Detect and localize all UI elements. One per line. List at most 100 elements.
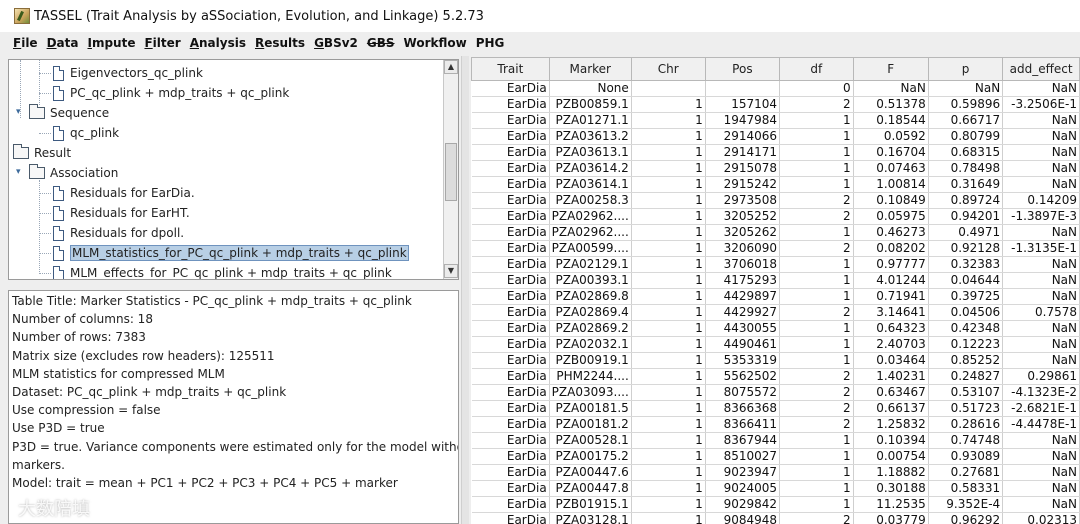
table-cell[interactable]: 0.02313: [1002, 512, 1080, 524]
table-cell[interactable]: PZA02869.8: [549, 288, 632, 305]
tree-node[interactable]: PC_qc_plink + mdp_traits + qc_plink: [53, 83, 289, 103]
table-cell[interactable]: 2: [779, 512, 854, 524]
table-cell[interactable]: 1: [779, 160, 854, 177]
table-row[interactable]: EarDia PZA03128.1 1 9084948 2 0.03779 0.96292 0…: [471, 512, 1080, 524]
table-cell[interactable]: 0.10849: [853, 192, 929, 209]
table-row[interactable]: EarDia PZA00181.5 1 8366368 2 0.66137 0.51723-…: [471, 400, 1080, 417]
table-cell[interactable]: 1: [779, 432, 854, 449]
table-cell[interactable]: 1: [779, 336, 854, 353]
split-pane-divider[interactable]: [461, 56, 469, 524]
table-cell[interactable]: 1: [631, 112, 706, 129]
table-cell[interactable]: 9029842: [705, 496, 781, 513]
table-cell[interactable]: EarDia: [471, 336, 550, 353]
column-header[interactable]: add_effect: [1002, 57, 1080, 81]
tree-node[interactable]: Residuals for EarHT.: [53, 203, 190, 223]
table-cell[interactable]: 1: [631, 384, 706, 401]
table-cell[interactable]: 1: [779, 272, 854, 289]
table-cell[interactable]: PZA00175.2: [549, 448, 632, 465]
tree-node[interactable]: Sequence: [29, 103, 109, 123]
table-cell[interactable]: 3706018: [705, 256, 781, 273]
table-cell[interactable]: -2.6821E-1: [1002, 400, 1080, 417]
table-row[interactable]: EarDia PZA02962.... 1 3205262 1 0.46273 0.4971…: [471, 224, 1080, 241]
table-cell[interactable]: 0.31649: [928, 176, 1004, 193]
table-cell[interactable]: -4.4478E-1: [1002, 416, 1080, 433]
table-cell[interactable]: EarDia: [471, 384, 550, 401]
table-cell[interactable]: EarDia: [471, 288, 550, 305]
table-cell[interactable]: 2: [779, 368, 854, 385]
table-cell[interactable]: EarDia: [471, 112, 550, 129]
table-cell[interactable]: EarDia: [471, 160, 550, 177]
table-cell[interactable]: EarDia: [471, 144, 550, 161]
table-cell[interactable]: 1.00814: [853, 176, 929, 193]
table-cell[interactable]: 0.97777: [853, 256, 929, 273]
table-cell[interactable]: PZA02869.4: [549, 304, 632, 321]
table-cell[interactable]: 3.14641: [853, 304, 929, 321]
table-cell[interactable]: 0.05975: [853, 208, 929, 225]
table-cell[interactable]: 5353319: [705, 352, 781, 369]
table-cell[interactable]: 0.93089: [928, 448, 1004, 465]
table-cell[interactable]: 3206090: [705, 240, 781, 257]
table-cell[interactable]: NaN: [1002, 480, 1080, 497]
table-cell[interactable]: 8510027: [705, 448, 781, 465]
table-cell[interactable]: EarDia: [471, 480, 550, 497]
table-cell[interactable]: NaN: [1002, 80, 1080, 97]
table-row[interactable]: EarDia PZB01915.1 1 9029842 1 11.2535 9.352E-4…: [471, 496, 1080, 513]
table-cell[interactable]: 1: [631, 336, 706, 353]
table-cell[interactable]: 0.51378: [853, 96, 929, 113]
tree-node[interactable]: Residuals for EarDia.: [53, 183, 195, 203]
table-cell[interactable]: EarDia: [471, 416, 550, 433]
table-cell[interactable]: [631, 80, 706, 97]
menu-analysis[interactable]: Analysis: [190, 36, 246, 50]
table-cell[interactable]: PZB00859.1: [549, 96, 632, 113]
table-row[interactable]: EarDia PZA00393.1 1 4175293 1 4.01244 0.04644 N…: [471, 272, 1080, 289]
table-cell[interactable]: 0.46273: [853, 224, 929, 241]
scroll-thumb[interactable]: [445, 143, 457, 201]
table-cell[interactable]: NaN: [1002, 128, 1080, 145]
table-cell[interactable]: NaN: [1002, 352, 1080, 369]
menu-data[interactable]: Data: [47, 36, 79, 50]
table-row[interactable]: EarDia PZB00919.1 1 5353319 1 0.03464 0.85252 N…: [471, 352, 1080, 369]
table-cell[interactable]: 3205262: [705, 224, 781, 241]
menu-results[interactable]: Results: [255, 36, 305, 50]
table-cell[interactable]: -3.2506E-1: [1002, 96, 1080, 113]
column-header[interactable]: p: [927, 57, 1004, 81]
expand-toggle-icon[interactable]: ▾: [16, 168, 25, 177]
table-cell[interactable]: PZA00393.1: [549, 272, 632, 289]
table-cell[interactable]: 2: [779, 400, 854, 417]
table-cell[interactable]: EarDia: [471, 128, 550, 145]
table-row[interactable]: EarDia PZA00175.2 1 8510027 1 0.00754 0.93089 N…: [471, 448, 1080, 465]
table-row[interactable]: EarDia PZA03614.1 1 2915242 1 1.00814 0.31649 N…: [471, 176, 1080, 193]
table-cell[interactable]: 1.25832: [853, 416, 929, 433]
table-cell[interactable]: EarDia: [471, 192, 550, 209]
table-cell[interactable]: 8366368: [705, 400, 781, 417]
table-cell[interactable]: -4.1323E-2: [1002, 384, 1080, 401]
table-cell[interactable]: 1: [631, 272, 706, 289]
table-row[interactable]: EarDia PZA02869.8 1 4429897 1 0.71941 0.39725 N…: [471, 288, 1080, 305]
table-cell[interactable]: 2: [779, 240, 854, 257]
table-cell[interactable]: 4429897: [705, 288, 781, 305]
table-cell[interactable]: NaN: [1002, 176, 1080, 193]
table-cell[interactable]: 1: [631, 512, 706, 524]
table-cell[interactable]: 1: [631, 480, 706, 497]
table-cell[interactable]: 0.94201: [928, 208, 1004, 225]
table-cell[interactable]: 1: [631, 448, 706, 465]
table-cell[interactable]: EarDia: [471, 368, 550, 385]
table-cell[interactable]: NaN: [1002, 256, 1080, 273]
table-cell[interactable]: PZA00181.2: [549, 416, 632, 433]
table-cell[interactable]: NaN: [928, 80, 1004, 97]
table-cell[interactable]: PZA00447.8: [549, 480, 632, 497]
table-row[interactable]: EarDia PZA03613.2 1 2914066 1 0.0592 0.80799 Na…: [471, 128, 1080, 145]
table-cell[interactable]: PZA00447.6: [549, 464, 632, 481]
table-cell[interactable]: 1: [779, 352, 854, 369]
table-cell[interactable]: 9024005: [705, 480, 781, 497]
table-cell[interactable]: 0: [779, 80, 854, 97]
table-cell[interactable]: 2915242: [705, 176, 781, 193]
table-cell[interactable]: 1: [631, 368, 706, 385]
table-row[interactable]: EarDia PZB00859.1 1 157104 2 0.51378 0.59896 -3…: [471, 96, 1080, 113]
table-cell[interactable]: 157104: [705, 96, 781, 113]
tree-node[interactable]: Residuals for dpoll.: [53, 223, 184, 243]
table-cell[interactable]: 0.28616: [928, 416, 1004, 433]
table-cell[interactable]: 0.03464: [853, 352, 929, 369]
column-header[interactable]: F: [852, 57, 929, 81]
table-cell[interactable]: 4.01244: [853, 272, 929, 289]
